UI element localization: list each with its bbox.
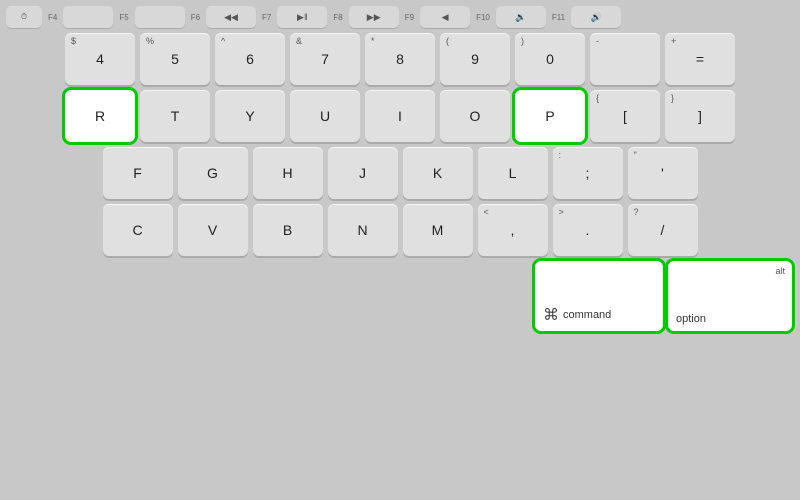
key-c[interactable]: C [103, 204, 173, 256]
key-i[interactable]: I [365, 90, 435, 142]
bottom-letter-row: C V B N M < , > . ? / [4, 204, 796, 256]
key-7[interactable]: & 7 [290, 33, 360, 85]
fn-key-f4[interactable]: ⏱ [6, 6, 42, 28]
key-command[interactable]: ⌘ command [535, 261, 663, 331]
key-4[interactable]: $ 4 [65, 33, 135, 85]
key-p[interactable]: P [515, 90, 585, 142]
key-5[interactable]: % 5 [140, 33, 210, 85]
key-quote[interactable]: " ' [628, 147, 698, 199]
key-8[interactable]: * 8 [365, 33, 435, 85]
key-k[interactable]: K [403, 147, 473, 199]
key-n[interactable]: N [328, 204, 398, 256]
top-letter-row: R T Y U I O P { [ } ] [4, 90, 796, 142]
key-bracket-right[interactable]: } ] [665, 90, 735, 142]
key-9[interactable]: ( 9 [440, 33, 510, 85]
key-comma[interactable]: < , [478, 204, 548, 256]
key-6[interactable]: ^ 6 [215, 33, 285, 85]
key-bracket-left[interactable]: { [ [590, 90, 660, 142]
fn-key-f7[interactable]: ◀◀ [206, 6, 256, 28]
key-l[interactable]: L [478, 147, 548, 199]
key-h[interactable]: H [253, 147, 323, 199]
key-m[interactable]: M [403, 204, 473, 256]
fn-key-f11[interactable]: 🔉 [496, 6, 546, 28]
fn-key-f6[interactable] [135, 6, 185, 28]
key-option[interactable]: alt option [668, 261, 792, 331]
key-equals[interactable]: + = [665, 33, 735, 85]
key-b[interactable]: B [253, 204, 323, 256]
key-y[interactable]: Y [215, 90, 285, 142]
key-0[interactable]: ) 0 [515, 33, 585, 85]
key-g[interactable]: G [178, 147, 248, 199]
modifier-row: ⌘ command alt option [4, 261, 796, 331]
key-semicolon[interactable]: : ; [553, 147, 623, 199]
fn-key-f9[interactable]: ▶▶ [349, 6, 399, 28]
key-minus[interactable]: - [590, 33, 660, 85]
key-slash[interactable]: ? / [628, 204, 698, 256]
fn-key-f10[interactable]: ◀ [420, 6, 470, 28]
key-r[interactable]: R [65, 90, 135, 142]
keyboard: ⏱ F4 F5 F6 ◀◀ F7 ▶‖ F8 ▶▶ F9 ◀ F10 🔉 F11… [4, 6, 796, 331]
key-u[interactable]: U [290, 90, 360, 142]
fn-key-f8[interactable]: ▶‖ [277, 6, 327, 28]
fn-key-f5[interactable] [63, 6, 113, 28]
number-row: $ 4 % 5 ^ 6 & 7 * 8 ( 9 ) 0 - [4, 33, 796, 85]
key-f[interactable]: F [103, 147, 173, 199]
mid-letter-row: F G H J K L : ; " ' [4, 147, 796, 199]
fn-key-f12[interactable]: 🔊 [571, 6, 621, 28]
fn-row: ⏱ F4 F5 F6 ◀◀ F7 ▶‖ F8 ▶▶ F9 ◀ F10 🔉 F11… [4, 6, 796, 28]
key-v[interactable]: V [178, 204, 248, 256]
key-period[interactable]: > . [553, 204, 623, 256]
key-t[interactable]: T [140, 90, 210, 142]
key-j[interactable]: J [328, 147, 398, 199]
key-o[interactable]: O [440, 90, 510, 142]
